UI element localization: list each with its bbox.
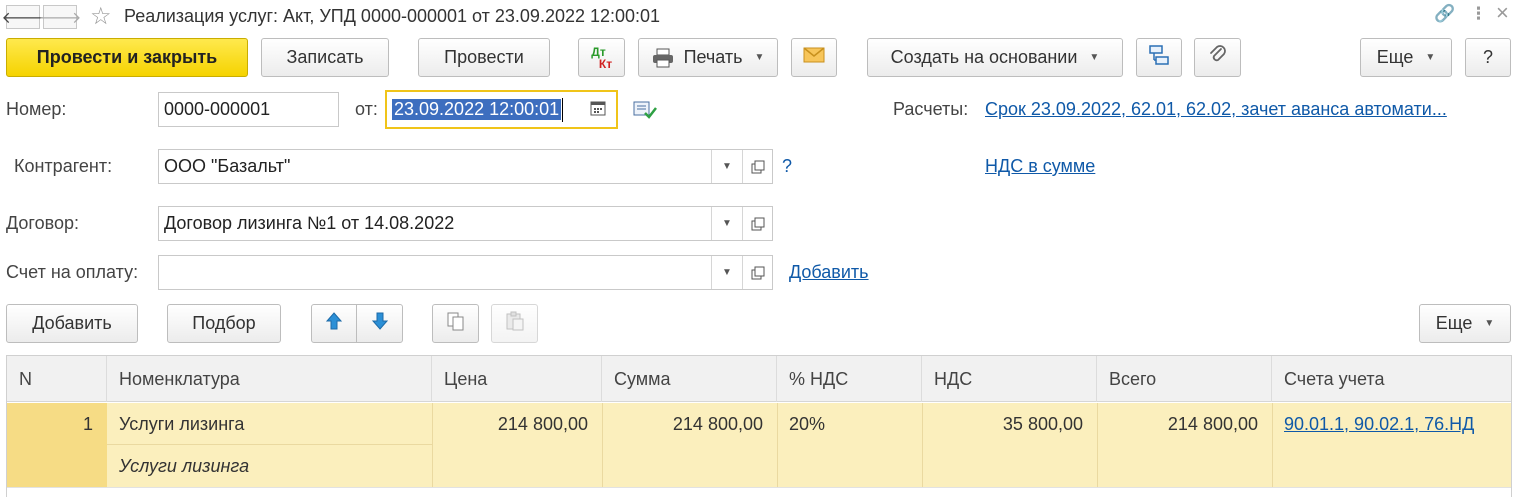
col-header-price[interactable]: Цена bbox=[432, 356, 602, 402]
post-button[interactable]: Провести bbox=[418, 38, 550, 77]
settlements-link[interactable]: Срок 23.09.2022, 62.01, 62.02, зачет ава… bbox=[985, 99, 1447, 120]
close-icon[interactable]: × bbox=[1496, 0, 1509, 26]
move-up-button[interactable] bbox=[311, 304, 357, 343]
paste-icon bbox=[505, 311, 525, 336]
create-based-label: Создать на основании bbox=[890, 47, 1078, 67]
dropdown-arrow-icon[interactable]: ▼ bbox=[711, 256, 742, 289]
date-value: 23.09.2022 12:00:01 bbox=[392, 99, 562, 120]
forward-button[interactable]: 🡒 bbox=[39, 5, 81, 29]
back-button[interactable]: 🡐 bbox=[2, 5, 44, 29]
row-item-content[interactable]: Услуги лизинга bbox=[119, 456, 249, 477]
window-title: Реализация услуг: Акт, УПД 0000-000001 о… bbox=[124, 6, 661, 26]
copy-button[interactable] bbox=[432, 304, 479, 343]
favorite-star-icon[interactable]: ☆ bbox=[90, 2, 112, 31]
col-header-n[interactable]: N bbox=[7, 356, 107, 402]
contract-label: Договор: bbox=[6, 213, 79, 233]
text-caret bbox=[562, 97, 564, 122]
print-label: Печать bbox=[683, 47, 743, 67]
edit-checked-icon[interactable] bbox=[633, 99, 657, 126]
paperclip-icon bbox=[1208, 44, 1228, 71]
calendar-icon[interactable] bbox=[590, 99, 606, 121]
col-header-vat-rate[interactable]: % НДС bbox=[777, 356, 922, 402]
row-total[interactable]: 214 800,00 bbox=[1168, 414, 1258, 435]
envelope-icon bbox=[803, 47, 825, 68]
row-number: 1 bbox=[82, 414, 93, 434]
attach-button[interactable] bbox=[1194, 38, 1241, 77]
column-divider bbox=[432, 403, 433, 487]
chevron-down-icon: ▼ bbox=[1425, 52, 1436, 63]
vat-in-sum-link[interactable]: НДС в сумме bbox=[985, 156, 1095, 177]
row-amount[interactable]: 214 800,00 bbox=[673, 414, 763, 435]
table-more-label: Еще bbox=[1435, 313, 1473, 333]
invoice-label: Счет на оплату: bbox=[6, 262, 139, 282]
col-header-total[interactable]: Всего bbox=[1097, 356, 1272, 402]
contract-field[interactable]: Договор лизинга №1 от 14.08.2022 ▼ bbox=[158, 206, 773, 241]
counterparty-value: ООО "Базальт" bbox=[164, 156, 291, 176]
kt-icon-label: Кт bbox=[598, 56, 613, 71]
open-form-icon[interactable] bbox=[742, 256, 772, 289]
printer-icon bbox=[652, 48, 674, 68]
open-form-icon[interactable] bbox=[742, 150, 772, 183]
table-add-button[interactable]: Добавить bbox=[6, 304, 138, 343]
column-divider bbox=[922, 403, 923, 487]
save-button[interactable]: Записать bbox=[261, 38, 389, 77]
col-header-vat[interactable]: НДС bbox=[922, 356, 1097, 402]
col-header-item[interactable]: Номенклатура bbox=[107, 356, 432, 402]
row-accounts-link[interactable]: 90.01.1, 90.02.1, 76.НД bbox=[1284, 414, 1474, 435]
table-row[interactable]: 1 Услуги лизинга Услуги лизинга 214 800,… bbox=[7, 403, 1511, 487]
create-based-on-button[interactable]: Создать на основании ▼ bbox=[867, 38, 1123, 77]
chevron-down-icon: ▼ bbox=[1484, 318, 1495, 329]
column-divider bbox=[602, 403, 603, 487]
open-form-icon[interactable] bbox=[742, 207, 772, 240]
col-header-amount[interactable]: Сумма bbox=[602, 356, 777, 402]
counterparty-field[interactable]: ООО "Базальт" ▼ bbox=[158, 149, 773, 184]
link-icon[interactable]: 🔗 bbox=[1434, 4, 1455, 24]
row-vat-rate[interactable]: 20% bbox=[789, 414, 825, 435]
move-down-button[interactable] bbox=[356, 304, 403, 343]
post-and-close-button[interactable]: Провести и закрыть bbox=[6, 38, 248, 77]
arrow-up-icon bbox=[325, 312, 343, 335]
print-button[interactable]: Печать ▼ bbox=[638, 38, 778, 77]
chevron-down-icon: ▼ bbox=[754, 52, 765, 63]
dropdown-arrow-icon[interactable]: ▼ bbox=[711, 207, 742, 240]
goods-table[interactable]: N Номенклатура Цена Сумма % НДС НДС Всег… bbox=[6, 355, 1512, 497]
contract-value: Договор лизинга №1 от 14.08.2022 bbox=[164, 213, 455, 233]
more-button[interactable]: Еще ▼ bbox=[1360, 38, 1452, 77]
column-divider bbox=[777, 403, 778, 487]
column-divider bbox=[1272, 403, 1273, 487]
invoice-add-link[interactable]: Добавить bbox=[789, 262, 869, 283]
hierarchy-icon bbox=[1148, 44, 1170, 71]
col-header-accounts[interactable]: Счета учета bbox=[1272, 356, 1511, 402]
row-price[interactable]: 214 800,00 bbox=[498, 414, 588, 435]
table-more-button[interactable]: Еще ▼ bbox=[1419, 304, 1511, 343]
invoice-field[interactable]: ▼ bbox=[158, 255, 773, 290]
counterparty-label: Контрагент: bbox=[14, 156, 113, 176]
row-item[interactable]: Услуги лизинга bbox=[119, 414, 244, 435]
counterparty-help-link[interactable]: ? bbox=[782, 156, 792, 177]
cell-divider bbox=[107, 444, 432, 445]
arrow-down-icon bbox=[371, 312, 388, 335]
settlements-label: Расчеты: bbox=[893, 99, 969, 119]
number-field[interactable]: 0000-000001 bbox=[158, 92, 339, 127]
date-field[interactable]: 23.09.2022 12:00:01 bbox=[385, 90, 618, 129]
more-label: Еще bbox=[1376, 47, 1414, 67]
date-label: от: bbox=[355, 99, 378, 119]
email-button[interactable] bbox=[791, 38, 837, 77]
dt-kt-button[interactable]: Дт Кт bbox=[578, 38, 625, 77]
table-row-divider bbox=[7, 487, 1511, 488]
column-divider bbox=[1097, 403, 1098, 487]
number-label: Номер: bbox=[6, 99, 67, 119]
dropdown-arrow-icon[interactable]: ▼ bbox=[711, 150, 742, 183]
help-button[interactable]: ? bbox=[1465, 38, 1511, 77]
chevron-down-icon: ▼ bbox=[1089, 52, 1100, 63]
copy-icon bbox=[446, 311, 466, 336]
menu-dots-icon[interactable]: ⋮ bbox=[1470, 4, 1487, 24]
arrow-right-icon: 🡒 bbox=[38, 9, 82, 27]
structure-button[interactable] bbox=[1136, 38, 1182, 77]
paste-button[interactable] bbox=[491, 304, 538, 343]
table-header: N Номенклатура Цена Сумма % НДС НДС Всег… bbox=[7, 356, 1511, 402]
row-vat[interactable]: 35 800,00 bbox=[1003, 414, 1083, 435]
dt-icon-label: Дт bbox=[591, 44, 606, 59]
table-pick-button[interactable]: Подбор bbox=[167, 304, 281, 343]
